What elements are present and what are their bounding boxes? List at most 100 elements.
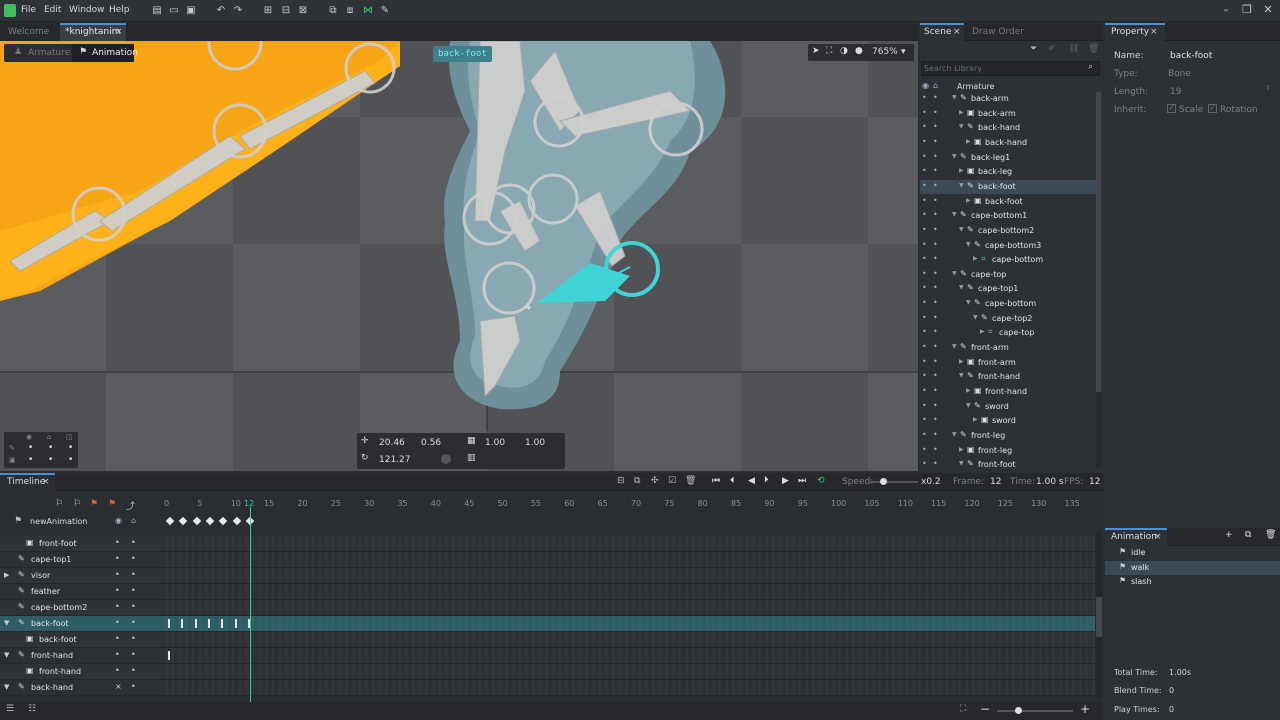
track-lock-toggle[interactable]: • (131, 586, 136, 595)
track-visibility-toggle[interactable]: • (115, 618, 120, 627)
visibility-dot-icon[interactable]: • (922, 93, 927, 102)
keyframe-diamond[interactable] (219, 516, 228, 526)
track-visibility-toggle[interactable]: × (115, 682, 122, 691)
visibility-dot-icon[interactable]: • (922, 181, 927, 190)
visibility-dot-icon[interactable]: • (922, 401, 927, 410)
lock-dot-icon[interactable]: • (933, 342, 938, 351)
scene-tree-item[interactable]: • • ▶ ▣ front-arm (920, 356, 1096, 370)
scene-tree-item[interactable]: • • ▶ ▣ back-foot (920, 195, 1096, 209)
lock-dot-icon[interactable]: • (933, 152, 938, 161)
collapse-arrow-icon[interactable]: ▼ (952, 270, 957, 277)
search-input[interactable]: Search Library (924, 64, 982, 73)
timeline-track-row[interactable]: ✎ cape-bottom2 • • (0, 600, 1095, 616)
link-icon[interactable]: ⛓ (1068, 44, 1079, 54)
keyframe-marker[interactable] (234, 619, 237, 628)
mode-armature[interactable]: Armature (28, 48, 70, 58)
lock-dot-icon[interactable]: • (933, 122, 938, 131)
collapse-arrow-icon[interactable]: ▼ (959, 182, 964, 189)
expand-arrow-icon[interactable]: ▶ (959, 446, 964, 453)
expand-arrow-icon[interactable]: ▶ (966, 138, 971, 145)
track-lock-toggle[interactable]: • (131, 634, 136, 643)
lock-dot-icon[interactable]: • (933, 357, 938, 366)
timeline-track-row[interactable]: ▣ front-hand • • (0, 664, 1095, 680)
onion-skin-icon[interactable]: ⊟ (617, 476, 625, 486)
list-alt-icon[interactable]: ☷ (28, 704, 36, 714)
total-time-field[interactable]: 1.00s (1169, 668, 1191, 677)
scene-tree-item[interactable]: • • ▶ ⌗ cape-top (920, 326, 1096, 340)
keyframe-diamond[interactable] (192, 516, 201, 526)
tab-welcome[interactable]: Welcome (2, 23, 55, 41)
expand-arrow-icon[interactable]: ▶ (959, 358, 964, 365)
lock-dot-icon[interactable]: • (933, 254, 938, 263)
expand-arrow-icon[interactable]: ▶ (959, 167, 964, 174)
visibility-dot-icon[interactable]: • (922, 166, 927, 175)
lock-dot-icon[interactable]: • (933, 166, 938, 175)
scene-tree-item[interactable]: • • ▼ ✎ cape-bottom3 (920, 239, 1096, 253)
scene-tree-item[interactable]: • • ▼ ✎ cape-bottom1 (920, 209, 1096, 223)
track-lock-toggle[interactable]: • (131, 682, 136, 691)
new-file-icon[interactable]: ▤ (151, 5, 163, 17)
lock-dot-icon[interactable]: • (933, 327, 938, 336)
tab-property[interactable]: Property × (1105, 23, 1165, 41)
zoom-dropdown-icon[interactable]: ▾ (901, 47, 906, 57)
collapse-arrow-icon[interactable]: ▼ (959, 372, 964, 379)
lock-dot-icon[interactable]: • (933, 137, 938, 146)
toggle-dot[interactable]: • (48, 443, 53, 453)
visibility-dot-icon[interactable]: • (922, 415, 927, 424)
toggle-dot[interactable]: • (48, 455, 53, 465)
close-tab-icon[interactable]: × (115, 27, 123, 37)
timeline-track-row[interactable]: ▶ ✎ visor • • (0, 568, 1095, 584)
track-frame-grid[interactable] (166, 664, 1095, 679)
track-lock-toggle[interactable]: • (131, 570, 136, 579)
track-frame-grid[interactable] (166, 632, 1095, 647)
timeline-track-row[interactable]: ✎ feather • • (0, 584, 1095, 600)
library-search[interactable]: Search Library ⌕ (921, 61, 1100, 76)
lock-dot-icon[interactable]: • (933, 445, 938, 454)
scale-x[interactable]: 1.00 (485, 438, 505, 448)
scene-tree-item[interactable]: • • ▶ ▣ back-leg (920, 165, 1096, 179)
ease-icon[interactable]: ☑ (668, 476, 676, 486)
track-visibility-toggle[interactable]: • (115, 634, 120, 643)
tab-draw-order[interactable]: Draw Order (972, 27, 1024, 37)
collapse-arrow-icon[interactable]: ▼ (966, 241, 971, 248)
lock-dot-icon[interactable]: • (933, 181, 938, 190)
inherit-rotation-checkbox[interactable]: ✓ (1208, 104, 1217, 113)
scene-tree-item[interactable]: • • ▶ ▣ sword (920, 414, 1096, 428)
library-icon[interactable]: ⧉ (327, 5, 339, 17)
last-frame-icon[interactable]: ⏭ (798, 476, 806, 486)
track-frame-grid[interactable] (166, 600, 1095, 615)
fit-timeline-icon[interactable]: ⛶ (960, 704, 966, 714)
visibility-dot-icon[interactable]: • (922, 459, 927, 468)
keyframe-marker[interactable] (208, 619, 211, 628)
speed-slider-handle[interactable] (880, 478, 887, 485)
undo-icon[interactable]: ↶ (215, 5, 227, 17)
close-animation-icon[interactable]: × (1154, 532, 1162, 542)
animation-item[interactable]: ⚑ walk (1105, 560, 1280, 575)
toggle-dot[interactable]: • (28, 443, 33, 453)
lock-dot-icon[interactable]: • (933, 386, 938, 395)
zoom-in-icon[interactable]: + (1080, 702, 1090, 716)
visibility-dot-icon[interactable]: • (922, 357, 927, 366)
expand-arrow-icon[interactable]: ▶ (4, 571, 9, 579)
track-lock-toggle[interactable]: • (131, 650, 136, 659)
visibility-dot-icon[interactable]: • (922, 122, 927, 131)
timeline-track-row[interactable]: ▼ ✎ back-foot • • (0, 616, 1095, 632)
scene-tree-item[interactable]: • • ▼ ✎ cape-bottom (920, 297, 1096, 311)
collapse-arrow-icon[interactable]: ▼ (959, 284, 964, 291)
keyframe-diamond[interactable] (232, 516, 241, 526)
clear-frames-icon[interactable]: 🗑 (685, 476, 696, 486)
menu-edit[interactable]: Edit (44, 5, 61, 15)
lock-dot-icon[interactable]: • (933, 210, 938, 219)
loop-icon[interactable]: ⟲ (817, 476, 825, 486)
speed-slider[interactable] (870, 478, 918, 485)
scene-scrollbar[interactable] (1096, 92, 1101, 468)
prev-frame-small-icon[interactable]: ◀ (748, 476, 755, 486)
lock-dot-icon[interactable]: • (933, 283, 938, 292)
export-icon[interactable]: ⊟ (280, 5, 292, 17)
lock-dot-icon[interactable]: • (933, 415, 938, 424)
scene-tree-item[interactable]: • • ▼ ✎ front-hand (920, 370, 1096, 384)
armature-mode-icon[interactable]: ♟ (14, 47, 22, 57)
toggle-dot[interactable]: • (28, 455, 33, 465)
share-icon[interactable]: ⋈ (362, 5, 374, 17)
visibility-dot-icon[interactable]: • (922, 137, 927, 146)
